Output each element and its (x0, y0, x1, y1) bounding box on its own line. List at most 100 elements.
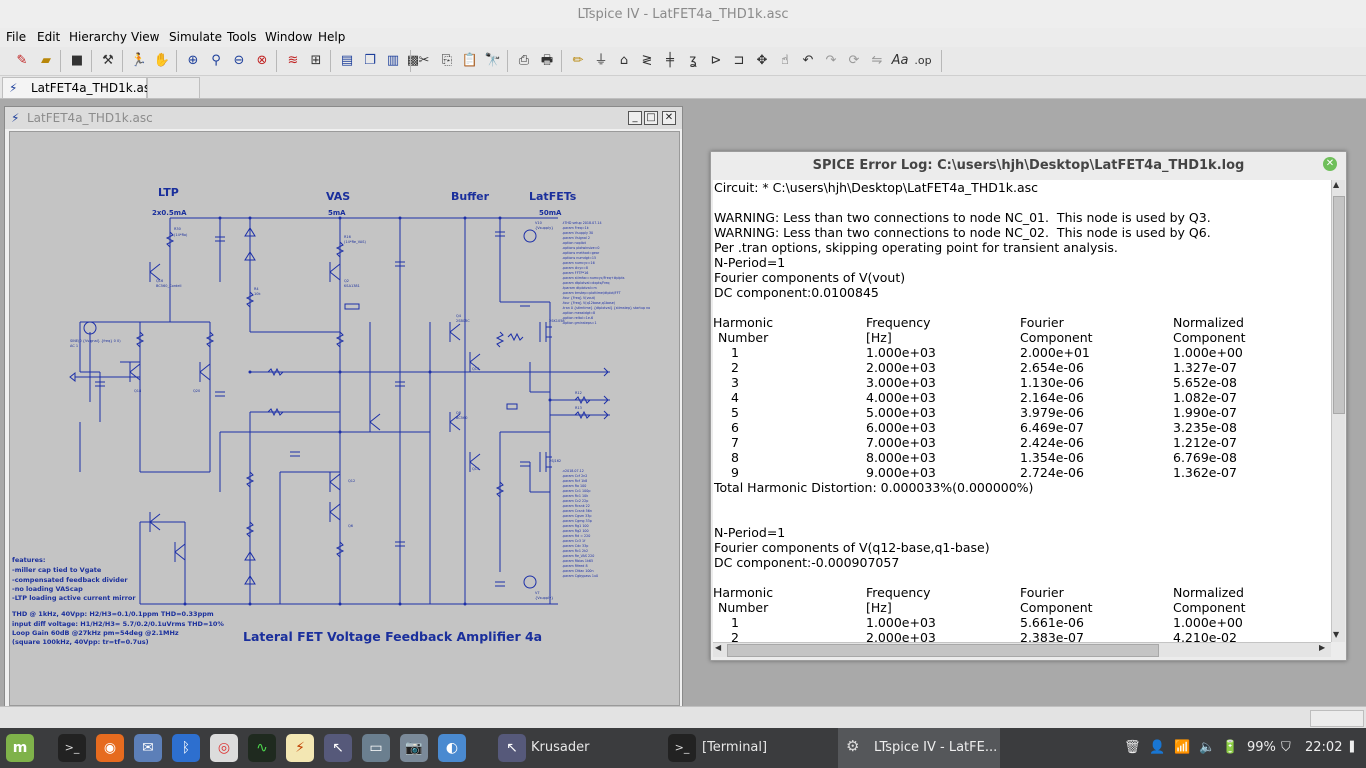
undo-icon[interactable]: ↶ (798, 51, 818, 71)
capacitor-icon[interactable]: ╪ (660, 51, 680, 71)
find-icon[interactable]: 🔭 (483, 51, 503, 71)
drag-icon[interactable]: ☝ (775, 51, 795, 71)
browser-icon[interactable]: ◐ (438, 734, 466, 762)
menu-simulate[interactable]: Simulate (169, 28, 222, 47)
scroll-down-icon[interactable]: ▼ (1333, 630, 1339, 639)
schematic-app-icon[interactable]: ⚡ (286, 734, 314, 762)
user-icon[interactable]: 👤 (1149, 728, 1165, 768)
task-terminal[interactable]: [Terminal] (702, 728, 767, 768)
shield-icon[interactable]: ⛉ (1281, 728, 1291, 768)
battery-icon[interactable]: 🔋 (1222, 728, 1238, 768)
save-icon[interactable]: ■ (67, 51, 87, 71)
firefox-icon[interactable]: ◉ (96, 734, 124, 762)
open-icon[interactable]: ▰ (36, 51, 56, 71)
print-setup-icon[interactable]: ⎙ (514, 51, 534, 71)
menu-file[interactable]: File (6, 28, 26, 47)
minimize-button[interactable]: _ (628, 111, 642, 125)
halt-icon[interactable]: ✋ (152, 51, 172, 71)
resistor-icon[interactable]: ≷ (637, 51, 657, 71)
diode-icon[interactable]: ⊳ (706, 51, 726, 71)
volume-icon[interactable]: 🔈 (1199, 728, 1215, 768)
paste-icon[interactable]: 📋 (460, 51, 480, 71)
component-icon[interactable]: ⊐ (729, 51, 749, 71)
menu-tools[interactable]: Tools (227, 28, 257, 47)
zoom-out-icon[interactable]: ⊖ (229, 51, 249, 71)
table-cell: 4.210e-02 (1173, 630, 1237, 642)
schematic-window-titlebar[interactable]: ⚡ LatFET4a_THD1k.asc _ □ ✕ (5, 107, 682, 129)
copy-icon[interactable]: ⎘ (437, 51, 457, 71)
menu-hierarchy[interactable]: Hierarchy (69, 28, 127, 47)
camera-icon[interactable]: 📷 (400, 734, 428, 762)
run-icon[interactable]: 🏃 (129, 51, 149, 71)
scroll-up-icon[interactable]: ▲ (1333, 180, 1339, 189)
cut-icon[interactable]: ✂ (414, 51, 434, 71)
tab-empty[interactable] (147, 77, 200, 98)
svg-text:.option meastdgt=8: .option meastdgt=8 (562, 311, 595, 315)
bluetooth-icon[interactable]: ᛒ (172, 734, 200, 762)
task-krusader[interactable]: Krusader (531, 728, 589, 768)
maximize-button[interactable]: □ (644, 111, 658, 125)
menu-help[interactable]: Help (318, 28, 345, 47)
tile-vertical-icon[interactable]: ▥ (383, 51, 403, 71)
spice-directive-icon[interactable]: .op (913, 51, 933, 71)
pan-icon[interactable]: ⚲ (206, 51, 226, 71)
scroll-left-icon[interactable]: ◀ (715, 643, 721, 652)
mirror-icon[interactable]: ⇋ (867, 51, 887, 71)
waveform-icon[interactable]: ≋ (283, 51, 303, 71)
move-icon[interactable]: ✥ (752, 51, 772, 71)
error-log-titlebar[interactable]: SPICE Error Log: C:\users\hjh\Desktop\La… (711, 152, 1346, 178)
inductor-icon[interactable]: ʓ (683, 51, 703, 71)
svg-text:.param Vsignal 2: .param Vsignal 2 (562, 236, 590, 240)
rotate-icon[interactable]: ⟳ (844, 51, 864, 71)
scroll-right-icon[interactable]: ▶ (1319, 643, 1325, 652)
label-net-icon[interactable]: ⌂ (614, 51, 634, 71)
error-log-close-icon[interactable]: ✕ (1323, 157, 1337, 171)
mint-menu-icon[interactable]: m (6, 734, 34, 762)
krusader-launcher-icon[interactable]: ↖ (324, 734, 352, 762)
chrome-icon[interactable]: ◎ (210, 734, 238, 762)
zoom-in-icon[interactable]: ⊕ (183, 51, 203, 71)
menu-view[interactable]: View (131, 28, 159, 47)
menu-edit[interactable]: Edit (37, 28, 60, 47)
log-line: Per .tran options, skipping operating po… (714, 240, 1118, 255)
tile-horizontal-icon[interactable]: ▤ (337, 51, 357, 71)
ground-icon[interactable]: ⏚ (591, 51, 611, 71)
grid-icon[interactable]: ⊞ (306, 51, 326, 71)
thd-line: Total Harmonic Distortion: 0.000033%(0.0… (714, 480, 1034, 495)
table-cell: 4 (731, 390, 739, 405)
schematic-canvas[interactable]: R30 (14*Ro) R16 (14*Re_VAS) R4 10k Q16 BC560… (9, 131, 680, 706)
mail-icon[interactable]: ✉ (134, 734, 162, 762)
text-icon[interactable]: Aa (890, 51, 910, 71)
error-log-text[interactable]: Circuit: * C:\users\hjh\Desktop\LatFET4a… (713, 180, 1331, 642)
tab-schematic[interactable]: ⚡ LatFET4a_THD1k.asc (2, 77, 157, 98)
zoom-fit-icon[interactable]: ⊗ (252, 51, 272, 71)
cascade-icon[interactable]: ❐ (360, 51, 380, 71)
files-icon[interactable]: ▭ (362, 734, 390, 762)
draw-wire-icon[interactable]: ✏ (568, 51, 588, 71)
hscroll-thumb[interactable] (727, 644, 1159, 657)
trash-icon[interactable]: 🗑 (1124, 728, 1141, 768)
print-icon[interactable]: 🖶 (537, 51, 557, 71)
scroll-thumb[interactable] (1333, 196, 1345, 414)
vertical-scrollbar[interactable]: ▲ ▼ (1331, 180, 1345, 642)
new-schematic-icon[interactable]: ✎ (12, 51, 32, 71)
wifi-icon[interactable]: 📶 (1174, 728, 1190, 768)
schematic-window[interactable]: ⚡ LatFET4a_THD1k.asc _ □ ✕ R30 (14*Ro) R… (4, 106, 683, 708)
log-line: WARNING: Less than two connections to no… (714, 210, 1211, 225)
horizontal-scrollbar[interactable]: ◀ ▶ (713, 642, 1331, 657)
krusader-task-icon[interactable]: ↖ (498, 734, 526, 762)
clock[interactable]: 22:02 (1305, 728, 1342, 768)
task-ltspice[interactable]: ⚙ LTspice IV - LatFE... (838, 728, 1000, 768)
show-desktop-icon[interactable]: ▌ (1350, 728, 1358, 768)
terminal-task-icon[interactable]: >_ (668, 734, 696, 762)
redo-icon[interactable]: ↷ (821, 51, 841, 71)
svg-text:.param Freq=1k: .param Freq=1k (562, 226, 589, 230)
svg-text:.tTHD setup 2018.07.14: .tTHD setup 2018.07.14 (562, 221, 602, 225)
table-cell: 2 (731, 630, 739, 642)
oscilloscope-icon[interactable]: ∿ (248, 734, 276, 762)
error-log-window[interactable]: SPICE Error Log: C:\users\hjh\Desktop\La… (710, 151, 1347, 661)
close-button[interactable]: ✕ (662, 111, 676, 125)
control-panel-icon[interactable]: ⚒ (98, 51, 118, 71)
menu-window[interactable]: Window (265, 28, 312, 47)
terminal-launcher-icon[interactable]: >_ (58, 734, 86, 762)
